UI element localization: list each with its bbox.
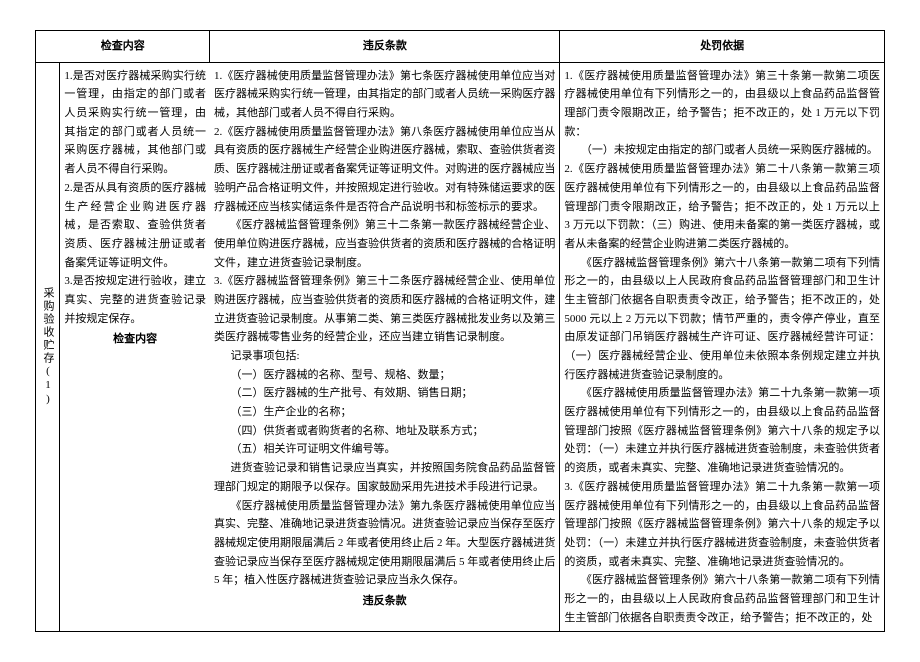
header-col1: 检查内容 — [36, 31, 210, 63]
header-row: 检查内容 违反条款 处罚依据 — [36, 31, 885, 63]
cell-penalty: 1.《医疗器械使用质量监督管理办法》第三十条第一款第二项医疗器械使用单位有下列情… — [560, 62, 885, 632]
regulation-table: 检查内容 违反条款 处罚依据 采购验收贮存(1) 1.是否对医疗器械采购实行统一… — [35, 30, 885, 632]
table-row: 采购验收贮存(1) 1.是否对医疗器械采购实行统一管理，由指定的部门或者人员采购… — [36, 62, 885, 632]
header-col4: 处罚依据 — [560, 31, 885, 63]
cell-check-content: 1.是否对医疗器械采购实行统一管理，由指定的部门或者人员采购实行统一管理，由其指… — [60, 62, 210, 632]
row-category-label: 采购验收贮存(1) — [36, 62, 60, 632]
cell-violation: 1.《医疗器械使用质量监督管理办法》第七条医疗器械使用单位应当对医疗器械采购实行… — [210, 62, 560, 632]
header-col3: 违反条款 — [210, 31, 560, 63]
